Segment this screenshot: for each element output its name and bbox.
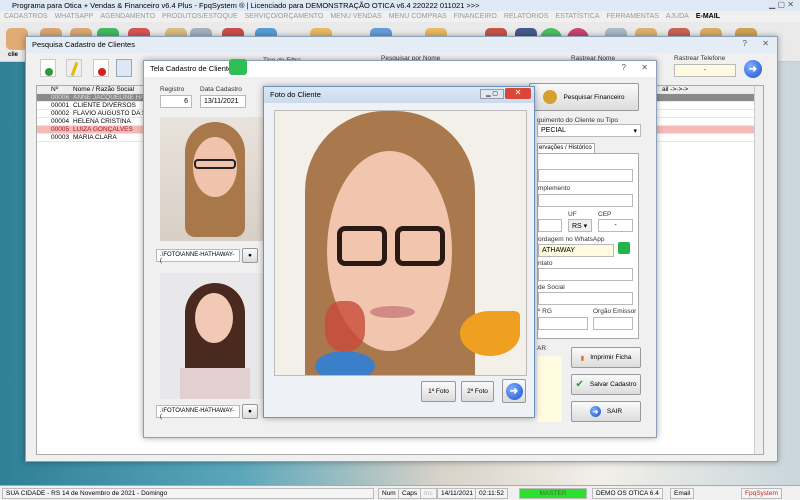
menu-whatsapp[interactable]: WHATSAPP bbox=[55, 13, 94, 20]
status-bar: SUA CIDADE - RS 14 de Novembro de 2021 -… bbox=[0, 485, 800, 500]
registro-field[interactable]: 6 bbox=[160, 95, 192, 108]
segment-select[interactable]: PECIAL ▾ bbox=[537, 124, 641, 137]
check-icon: ✔ bbox=[575, 379, 584, 390]
delete-icon[interactable] bbox=[93, 59, 109, 77]
next-button[interactable]: ➜ bbox=[502, 379, 526, 403]
window-title: Pesquisa Cadastro de Clientes bbox=[32, 40, 135, 49]
add-icon[interactable] bbox=[40, 59, 56, 77]
menu-agendamento[interactable]: AGENDAMENTO bbox=[100, 13, 155, 20]
email-status[interactable]: Email bbox=[670, 488, 695, 499]
search-financial-button[interactable]: Pesquisar Financeiro bbox=[529, 83, 639, 111]
social-name-field[interactable] bbox=[538, 292, 633, 305]
data-cadastro-field[interactable]: 13/11/2021 bbox=[200, 95, 246, 108]
client-photo-2[interactable] bbox=[160, 273, 266, 399]
camera-button[interactable]: ● bbox=[242, 248, 258, 263]
menu-financeiro[interactable]: FINANCEIRO bbox=[454, 13, 497, 20]
menu-bar: CADASTROS WHATSAPP AGENDAMENTO PRODUTOS/EST… bbox=[0, 11, 800, 22]
camera-button[interactable]: ● bbox=[242, 404, 258, 419]
window-title: Foto do Cliente bbox=[270, 90, 321, 99]
uf-select[interactable]: RS ▾ bbox=[568, 219, 592, 232]
whatsapp-icon[interactable] bbox=[229, 59, 247, 75]
client-photo-1[interactable] bbox=[160, 117, 266, 241]
minimize-maximize-buttons[interactable]: ▁ ▢ bbox=[480, 89, 504, 99]
go-arrow-button[interactable]: ➜ bbox=[744, 60, 762, 78]
tab-panel: mplemento UF CEP RS ▾ - ordagem no Whats… bbox=[537, 153, 639, 339]
scrollbar[interactable] bbox=[754, 86, 763, 454]
exit-button[interactable]: ➜ SAIR bbox=[571, 401, 641, 422]
address-field[interactable] bbox=[538, 169, 633, 182]
menu-cadastros[interactable]: CADASTROS bbox=[4, 13, 48, 20]
menu-compras[interactable]: MENU COMPRAS bbox=[389, 13, 447, 20]
print-icon[interactable] bbox=[116, 59, 132, 77]
print-icon: ▮ bbox=[580, 354, 585, 362]
client-photo-window: Foto do Cliente ▁ ▢ ✕ 1ª Foto 2ª Foto ➜ bbox=[263, 86, 535, 418]
cep-field[interactable]: - bbox=[598, 219, 633, 232]
whatsapp-field[interactable]: ATHAWAY bbox=[538, 244, 614, 257]
window-controls[interactable]: ▁ ▢ ✕ bbox=[769, 0, 794, 9]
photo1-path[interactable]: .\FOTO\ANNE-HATHAWAY-( bbox=[156, 249, 240, 264]
help-button[interactable]: ? bbox=[622, 63, 626, 72]
menu-servico[interactable]: SERVIÇO/ORÇAMENTO bbox=[245, 13, 324, 20]
menu-estatistica[interactable]: ESTATÍSTICA bbox=[555, 13, 599, 20]
city-field[interactable] bbox=[538, 219, 562, 232]
complement-field[interactable] bbox=[538, 194, 633, 207]
photo2-path[interactable]: .\FOTO\ANNE-HATHAWAY-( bbox=[156, 405, 240, 420]
rg-field[interactable] bbox=[538, 317, 588, 330]
first-photo-button[interactable]: 1ª Foto bbox=[421, 381, 456, 402]
app-title-bar: Programa para Otica + Vendas & Financeir… bbox=[0, 0, 800, 11]
save-button[interactable]: ✔ Salvar Cadastro bbox=[571, 374, 641, 395]
user-badge: MASTER bbox=[519, 488, 587, 499]
menu-produtos[interactable]: PRODUTOS/ESTOQUE bbox=[162, 13, 238, 20]
arrow-right-icon: ➜ bbox=[505, 382, 523, 400]
edit-icon[interactable] bbox=[66, 59, 82, 77]
close-button[interactable]: ✕ bbox=[762, 39, 769, 48]
menu-ajuda[interactable]: AJUDA bbox=[666, 13, 689, 20]
help-button[interactable]: ? bbox=[743, 39, 747, 48]
close-button[interactable]: ✕ bbox=[505, 88, 531, 99]
close-button[interactable]: ✕ bbox=[641, 63, 648, 72]
coin-icon bbox=[543, 90, 558, 104]
contact-field[interactable] bbox=[538, 268, 633, 281]
menu-relatorios[interactable]: RELATÓRIOS bbox=[504, 13, 549, 20]
tab-observacoes[interactable]: ervações / Histórico bbox=[537, 143, 595, 153]
menu-ferramentas[interactable]: FERRAMENTAS bbox=[607, 13, 659, 20]
menu-vendas[interactable]: MENU VENDAS bbox=[330, 13, 381, 20]
window-title: Tela Cadastro de Clientes bbox=[150, 64, 236, 73]
print-form-button[interactable]: ▮ Imprimir Ficha bbox=[571, 347, 641, 368]
notes-field[interactable] bbox=[537, 356, 562, 422]
menu-email[interactable]: E-MAIL bbox=[696, 13, 720, 20]
orgao-field[interactable] bbox=[593, 317, 633, 330]
client-photo-large bbox=[274, 110, 527, 376]
track-phone-input[interactable]: - bbox=[674, 64, 736, 77]
second-photo-button[interactable]: 2ª Foto bbox=[461, 381, 494, 402]
arrow-icon: ➜ bbox=[589, 406, 601, 417]
whatsapp-icon[interactable] bbox=[618, 242, 630, 254]
